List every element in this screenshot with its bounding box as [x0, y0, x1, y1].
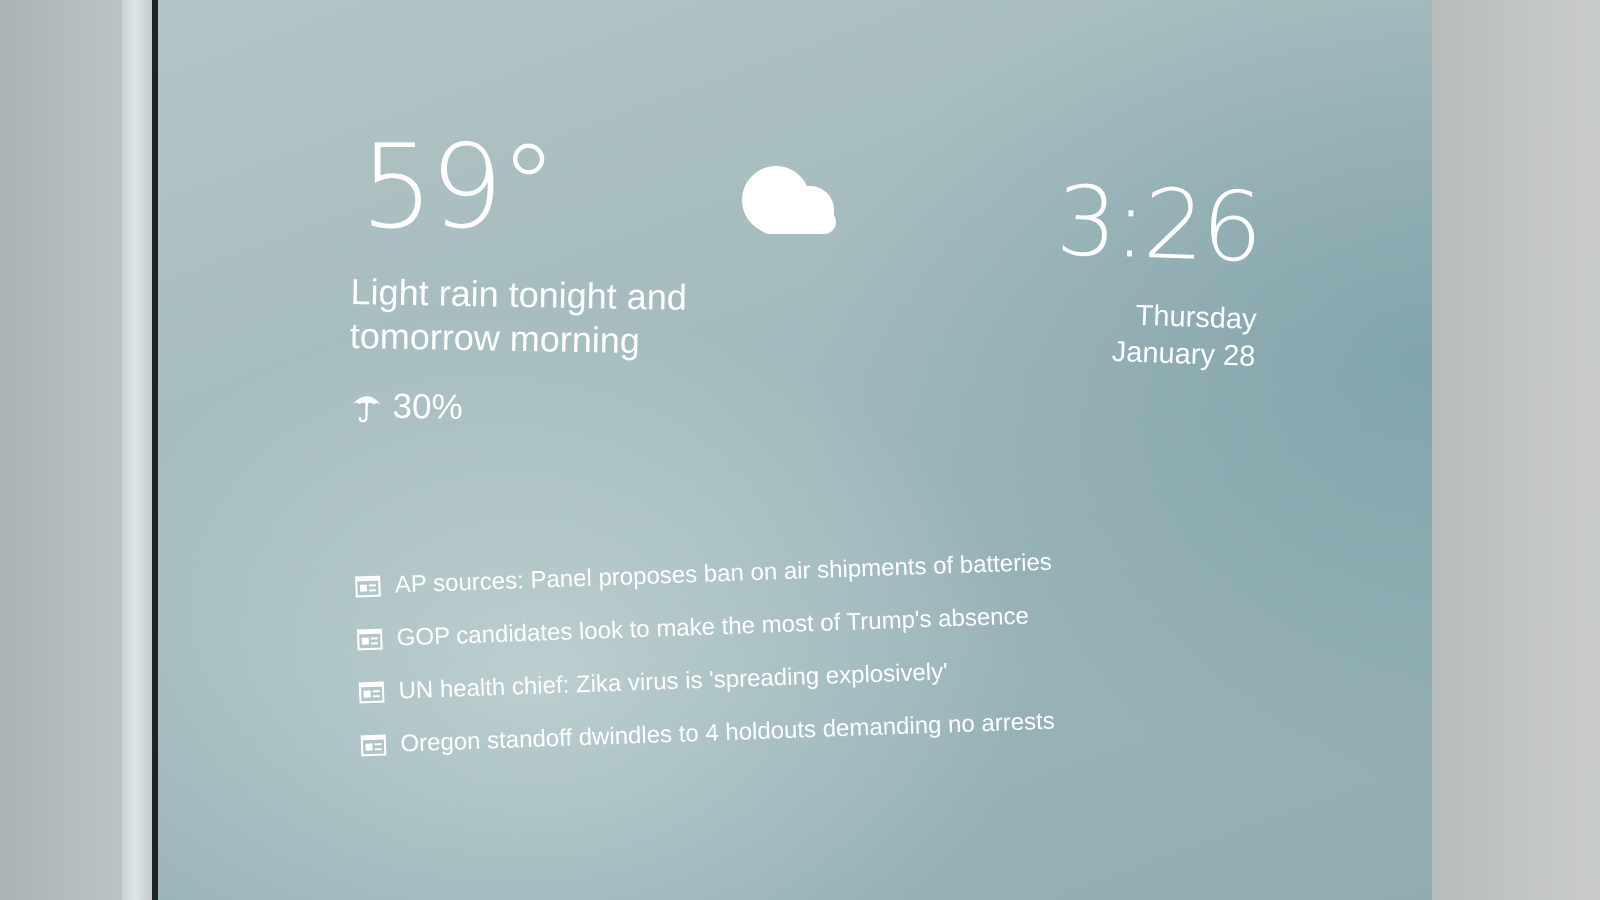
newspaper-icon	[358, 681, 385, 703]
wall-right	[1432, 0, 1600, 900]
news-headline[interactable]: Oregon standoff dwindles to 4 holdouts d…	[400, 706, 1055, 759]
clock: 3:26 Thursday January 28	[1052, 164, 1263, 376]
newspaper-icon	[356, 628, 383, 650]
precipitation: 30%	[350, 384, 463, 430]
news-headline[interactable]: UN health chief: Zika virus is 'spreadin…	[398, 657, 948, 706]
smart-mirror-scene: 59° Light rain tonight and tomorrow morn…	[0, 0, 1600, 900]
weather-forecast: Light rain tonight and tomorrow morning	[349, 270, 688, 362]
news-list: AP sources: Panel proposes ban on air sh…	[354, 536, 1058, 772]
umbrella-icon	[352, 396, 381, 423]
precipitation-chance: 30%	[392, 386, 464, 427]
mirror-display: 59° Light rain tonight and tomorrow morn…	[158, 0, 1432, 900]
newspaper-icon	[355, 575, 381, 597]
wall-left	[0, 0, 122, 900]
cloud-icon	[742, 166, 836, 234]
newspaper-icon	[360, 734, 387, 756]
mirror-frame-edge	[122, 0, 152, 900]
current-date: January 28	[1111, 335, 1257, 373]
current-time: 3:26	[1054, 164, 1263, 284]
temperature: 59°	[360, 120, 558, 255]
